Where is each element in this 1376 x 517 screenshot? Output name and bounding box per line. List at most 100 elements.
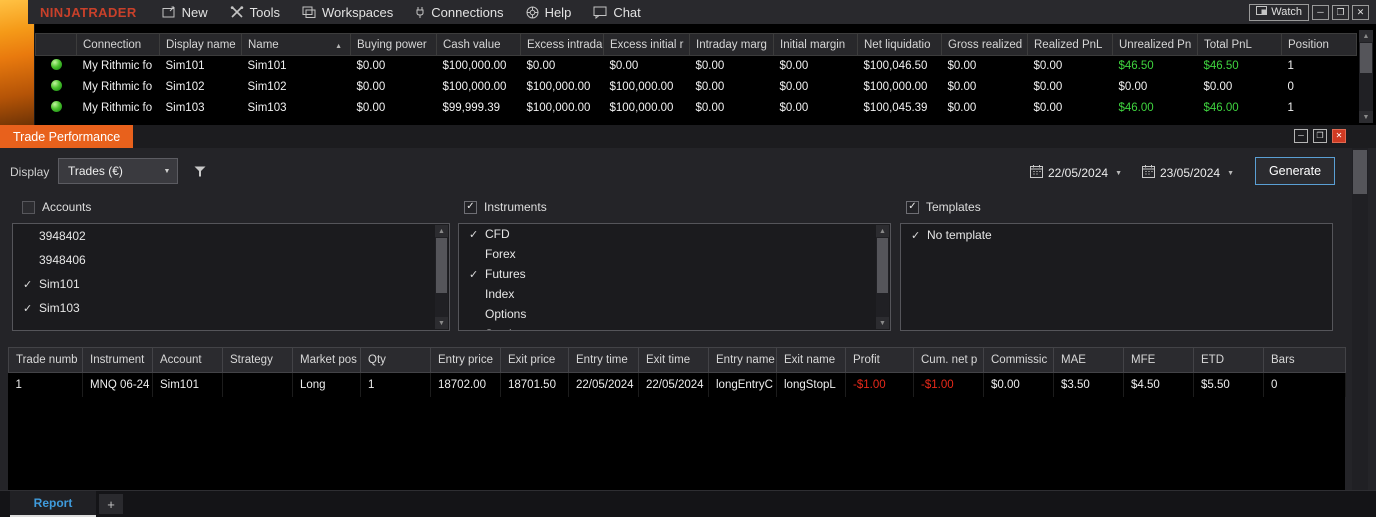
scroll-down-icon[interactable] [435,317,448,329]
header-bars[interactable]: Bars [1263,347,1346,373]
accounts-list-scrollbar[interactable] [435,225,448,329]
instruments-list-scrollbar[interactable] [876,225,889,329]
menu-help[interactable]: Help [515,0,583,24]
list-item-stock[interactable]: Stock [459,324,890,330]
scroll-down-icon[interactable] [876,317,889,329]
header-account[interactable]: Account [152,347,223,373]
header-mae[interactable]: MAE [1053,347,1124,373]
tp-window-controls [1294,129,1346,143]
help-lifebuoy-icon [526,6,539,19]
scrollbar-thumb[interactable] [1360,43,1372,73]
cell: $0.00 [1027,55,1113,77]
header-display-name[interactable]: Display name [159,33,242,56]
header-entry-time[interactable]: Entry time [568,347,639,373]
chevron-down-icon [1115,170,1122,177]
header-position[interactable]: Position [1281,33,1357,56]
templates-checkbox[interactable] [906,200,919,214]
scroll-down-icon[interactable] [1359,111,1373,123]
header-instrument[interactable]: Instrument [82,347,153,373]
accounts-checkbox[interactable] [22,200,35,214]
header-exit-price[interactable]: Exit price [500,347,569,373]
maximize-icon [1336,8,1344,17]
cell: $100,000.00 [603,97,690,119]
trade-row-1[interactable]: 1 MNQ 06-24 Sim101 Long 1 18702.00 18701… [8,372,1346,397]
watch-button[interactable]: Watch [1249,3,1309,21]
header-etd[interactable]: ETD [1193,347,1264,373]
menu-connections[interactable]: Connections [404,0,514,24]
cell-total-pnl: $46.50 [1197,55,1282,77]
account-row-sim102[interactable]: My Rithmic fo Sim102 Sim102 $0.00 $100,0… [35,76,1357,98]
list-item-index[interactable]: Index [459,284,890,304]
close-button[interactable] [1352,4,1369,20]
header-total-pnl[interactable]: Total PnL [1197,33,1282,56]
display-dropdown[interactable]: Trades (€) [58,158,178,184]
scroll-up-icon[interactable] [435,225,448,237]
header-net-liquidation[interactable]: Net liquidatio [857,33,942,56]
instruments-checkbox[interactable] [464,200,477,214]
header-unrealized-pnl[interactable]: Unrealized Pn [1112,33,1198,56]
trade-performance-titlebar[interactable]: Trade Performance [0,125,1376,148]
header-status[interactable] [35,33,77,56]
header-cum-net-profit[interactable]: Cum. net p [913,347,984,373]
header-excess-intraday[interactable]: Excess intrada [520,33,604,56]
tp-maximize-button[interactable] [1313,129,1327,143]
account-row-sim103[interactable]: My Rithmic fo Sim103 Sim103 $0.00 $99,99… [35,97,1357,119]
tp-vertical-scrollbar[interactable] [1352,148,1368,490]
tp-close-button[interactable] [1332,129,1346,143]
header-qty[interactable]: Qty [360,347,431,373]
scrollbar-thumb[interactable] [877,238,888,293]
header-exit-time[interactable]: Exit time [638,347,709,373]
add-tab-button[interactable]: + [99,494,123,514]
header-realized-pnl[interactable]: Realized PnL [1027,33,1113,56]
header-trade-number[interactable]: Trade numb [8,347,83,373]
header-mfe[interactable]: MFE [1123,347,1194,373]
list-item-cfd[interactable]: CFD [459,224,890,244]
list-item-3948406[interactable]: 3948406 [13,248,449,272]
scroll-up-icon[interactable] [1359,30,1373,42]
header-commission[interactable]: Commissic [983,347,1054,373]
date-from-picker[interactable]: 22/05/2024 [1030,163,1122,183]
header-name[interactable]: Name [241,33,351,56]
account-row-sim101[interactable]: My Rithmic fo Sim101 Sim101 $0.00 $100,0… [35,55,1357,77]
tp-minimize-button[interactable] [1294,129,1308,143]
header-profit[interactable]: Profit [845,347,914,373]
header-excess-initial[interactable]: Excess initial r [603,33,690,56]
header-exit-name[interactable]: Exit name [776,347,846,373]
header-market-position[interactable]: Market pos [292,347,361,373]
maximize-icon [1316,132,1323,140]
header-buying-power[interactable]: Buying power [350,33,437,56]
list-item-futures[interactable]: Futures [459,264,890,284]
cell-cum-net-profit: -$1.00 [913,372,984,397]
header-entry-price[interactable]: Entry price [430,347,501,373]
minimize-button[interactable] [1312,4,1329,20]
maximize-button[interactable] [1332,4,1349,20]
scroll-up-icon[interactable] [876,225,889,237]
header-gross-realized[interactable]: Gross realized [941,33,1028,56]
menu-new[interactable]: New [151,0,219,24]
menu-workspaces[interactable]: Workspaces [291,0,404,24]
menu-chat[interactable]: Chat [582,0,651,24]
scrollbar-thumb[interactable] [1353,150,1367,194]
accounts-scrollbar[interactable] [1359,30,1373,123]
list-item-no-template[interactable]: No template [901,224,1332,246]
list-item-options[interactable]: Options [459,304,890,324]
header-connection[interactable]: Connection [76,33,160,56]
header-cash-value[interactable]: Cash value [436,33,521,56]
list-item-3948402[interactable]: 3948402 [13,224,449,248]
header-strategy[interactable]: Strategy [222,347,293,373]
templates-section-label: Templates [926,200,981,214]
cell: $0.00 [773,55,858,77]
close-icon [1357,8,1365,17]
scrollbar-thumb[interactable] [436,238,447,293]
list-item-forex[interactable]: Forex [459,244,890,264]
header-entry-name[interactable]: Entry name [708,347,777,373]
filter-funnel-icon[interactable] [194,164,206,182]
menu-tools[interactable]: Tools [219,0,291,24]
date-to-picker[interactable]: 23/05/2024 [1142,163,1234,183]
generate-button[interactable]: Generate [1255,157,1335,185]
list-item-sim103[interactable]: Sim103 [13,296,449,320]
header-initial-margin[interactable]: Initial margin [773,33,858,56]
tab-report[interactable]: Report [10,491,96,517]
header-intraday-margin[interactable]: Intraday marg [689,33,774,56]
list-item-sim101[interactable]: Sim101 [13,272,449,296]
